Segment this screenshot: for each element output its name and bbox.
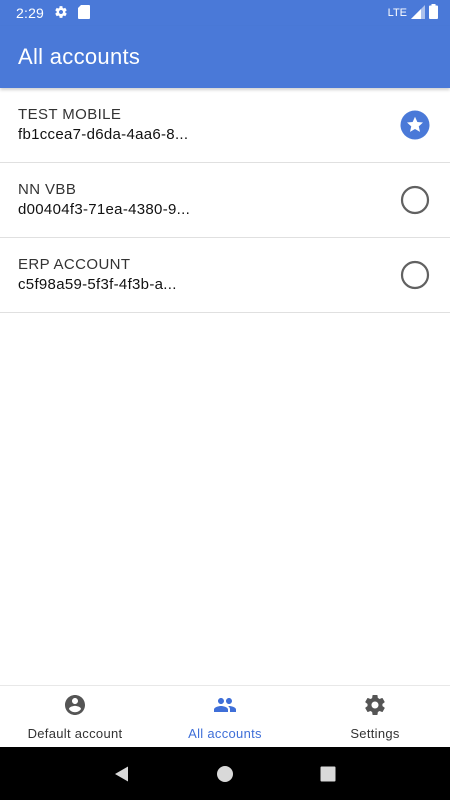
account-list-item[interactable]: NN VBB d00404f3-71ea-4380-9... (0, 163, 450, 238)
account-circle-icon (63, 693, 87, 722)
app-bar: All accounts (0, 26, 450, 88)
people-icon (212, 693, 238, 722)
gear-icon (54, 5, 68, 22)
nav-label: Default account (27, 725, 123, 741)
account-id: d00404f3-71ea-4380-9... (18, 201, 191, 218)
status-bar: 2:29 LTE (0, 0, 450, 26)
account-list-item[interactable]: ERP ACCOUNT c5f98a59-5f3f-4f3b-a... (0, 238, 450, 313)
battery-icon (429, 4, 438, 22)
nav-default-account[interactable]: Default account (0, 686, 150, 747)
status-time: 2:29 (16, 5, 45, 21)
back-icon[interactable] (110, 762, 134, 786)
account-id: c5f98a59-5f3f-4f3b-a... (18, 276, 177, 293)
account-name: TEST MOBILE (18, 106, 122, 123)
star-selected-icon[interactable] (400, 110, 430, 140)
radio-unselected-icon[interactable] (400, 260, 430, 290)
system-navigation-bar (0, 747, 450, 800)
account-name: NN VBB (18, 181, 77, 198)
home-icon[interactable] (213, 762, 237, 786)
nav-settings[interactable]: Settings (300, 686, 450, 747)
nav-label: All accounts (188, 725, 262, 741)
network-type: LTE (387, 7, 407, 19)
nav-all-accounts[interactable]: All accounts (150, 686, 300, 747)
gear-icon (363, 693, 387, 722)
account-list-item[interactable]: TEST MOBILE fb1ccea7-d6da-4aa6-8... (0, 88, 450, 163)
sd-card-icon (78, 4, 91, 22)
bottom-navigation: Default account All accounts Settings (0, 685, 450, 747)
nav-label: Settings (350, 725, 400, 741)
recents-icon[interactable] (316, 762, 340, 786)
account-list: TEST MOBILE fb1ccea7-d6da-4aa6-8... NN V… (0, 88, 450, 313)
account-name: ERP ACCOUNT (18, 256, 131, 273)
page-title: All accounts (18, 44, 141, 69)
radio-unselected-icon[interactable] (400, 185, 430, 215)
account-id: fb1ccea7-d6da-4aa6-8... (18, 126, 189, 143)
signal-icon (411, 4, 425, 22)
